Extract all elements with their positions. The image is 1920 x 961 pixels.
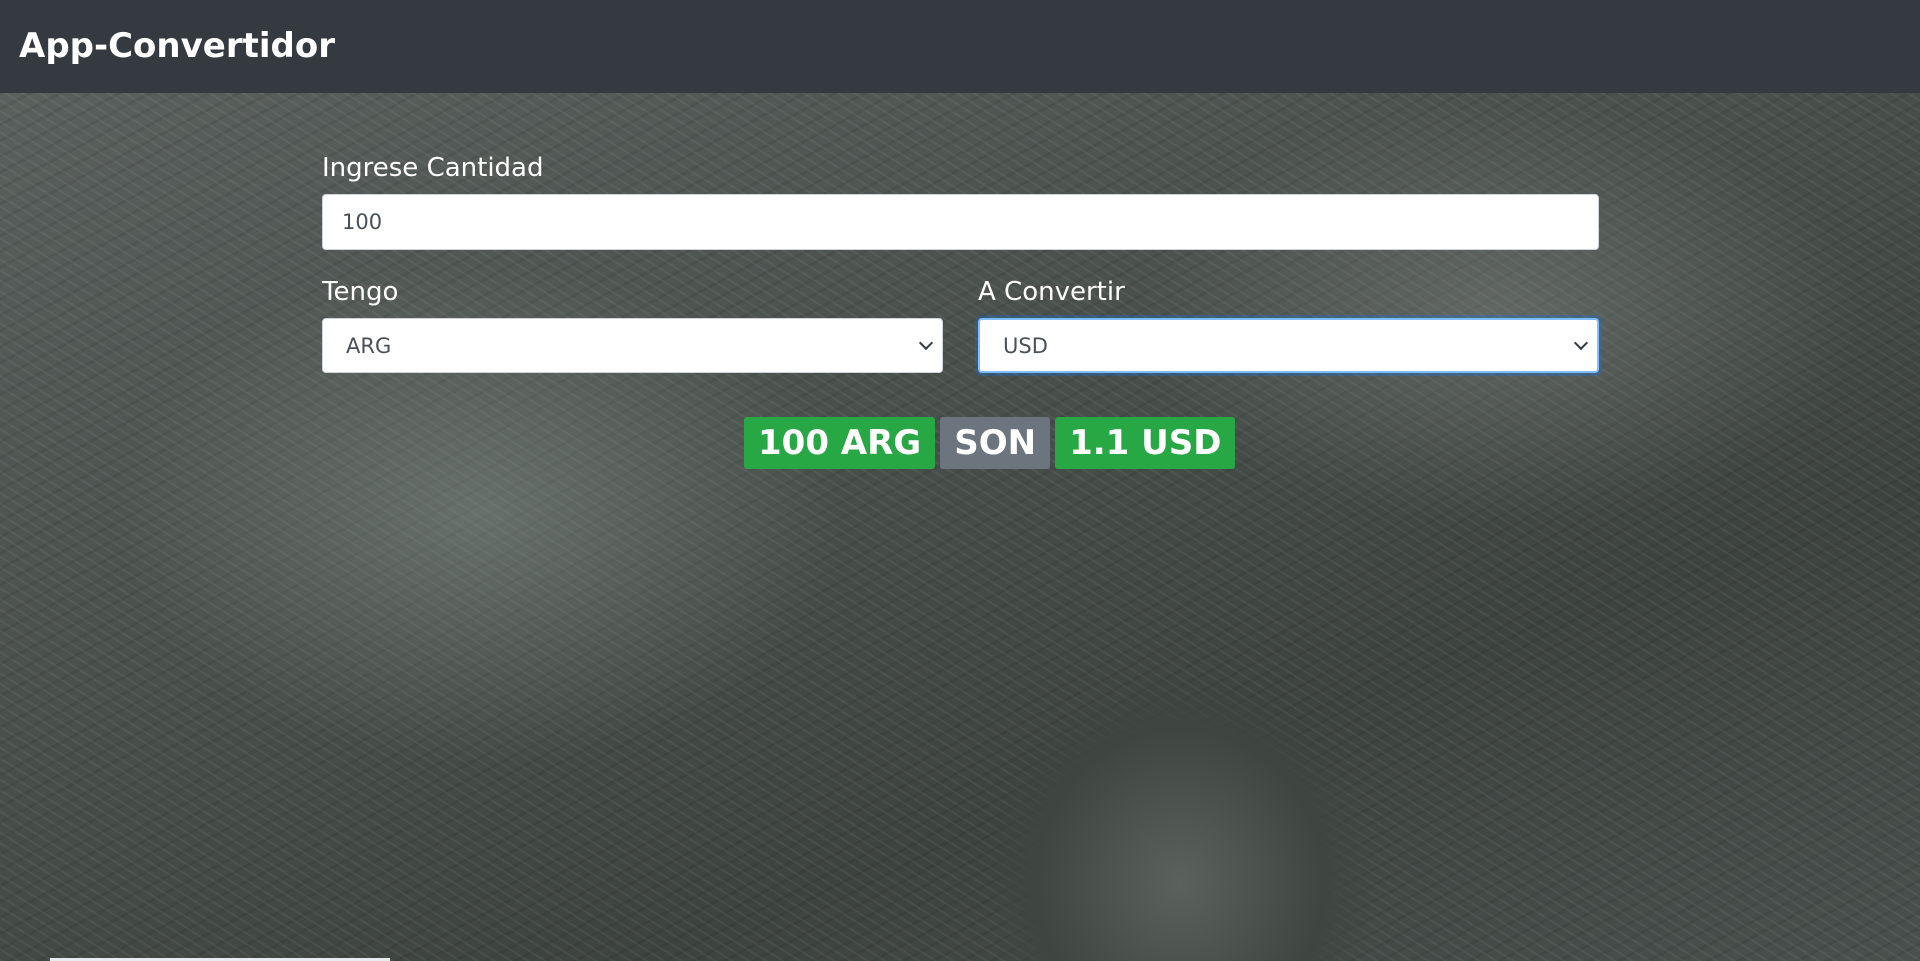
to-currency-value: USD [1003,333,1048,358]
to-currency-group: A Convertir USD [978,274,1599,373]
conversion-result: 100 ARG SON 1.1 USD [744,417,1236,469]
to-currency-label: A Convertir [978,277,1125,307]
from-currency-select[interactable]: ARG [322,318,943,373]
converter-form: Ingrese Cantidad Tengo ARG A Convertir U… [322,150,1599,373]
to-currency-select[interactable]: USD [978,318,1599,373]
source-amount-badge: 100 ARG [744,417,936,469]
amount-input[interactable] [322,194,1599,250]
app-brand[interactable]: App-Convertidor [19,26,335,66]
from-currency-value: ARG [346,333,392,358]
chevron-down-icon [1573,335,1589,350]
currency-row: Tengo ARG A Convertir USD [322,274,1599,374]
navbar: App-Convertidor [0,0,1920,93]
chevron-down-icon [918,335,934,350]
from-currency-label: Tengo [322,277,399,307]
from-currency-group: Tengo ARG [322,274,943,373]
amount-label: Ingrese Cantidad [322,153,544,183]
connector-badge: SON [940,417,1051,469]
converted-amount-badge: 1.1 USD [1055,417,1236,469]
